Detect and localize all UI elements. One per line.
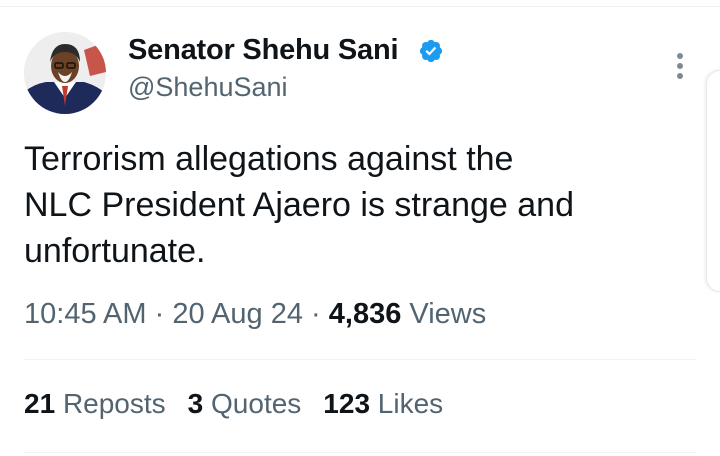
author-name[interactable]: Senator Shehu Sani — [128, 34, 399, 67]
tweet-text-line: NLC President Ajaero is strange and — [24, 186, 574, 224]
reposts-label: Reposts — [62, 388, 166, 419]
reposts-stat[interactable]: 21 Reposts — [24, 388, 166, 419]
more-vertical-icon[interactable] — [670, 50, 690, 82]
views-label: Views — [409, 298, 487, 330]
reposts-count: 21 — [24, 388, 56, 419]
likes-stat[interactable]: 123 Likes — [323, 388, 443, 419]
author-handle[interactable]: @ShehuSani — [128, 72, 288, 103]
tweet-text-line: Terrorism allegations against the — [24, 140, 514, 178]
divider — [24, 452, 696, 453]
quotes-label: Quotes — [211, 388, 302, 419]
tweet-text: Terrorism allegations against the NLC Pr… — [24, 136, 664, 274]
meta-separator: · — [154, 298, 165, 330]
meta-separator: · — [311, 298, 321, 330]
likes-count: 123 — [323, 388, 371, 419]
engagement-stats: 21 Reposts 3 Quotes 123 Likes — [24, 388, 465, 420]
likes-label: Likes — [377, 388, 444, 419]
tweet-text-line: unfortunate. — [24, 232, 206, 270]
avatar-image — [24, 32, 106, 114]
quotes-count: 3 — [187, 388, 204, 419]
verified-badge-icon — [418, 38, 444, 64]
top-border — [0, 0, 720, 7]
adjacent-card-edge — [706, 70, 720, 292]
avatar[interactable] — [24, 32, 106, 114]
tweet-time[interactable]: 10:45 AM — [24, 298, 147, 330]
views-count: 4,836 — [328, 298, 402, 330]
tweet-date[interactable]: 20 Aug 24 — [172, 298, 303, 330]
divider — [24, 359, 696, 360]
tweet-meta: 10:45 AM · 20 Aug 24 · 4,836 Views — [24, 298, 486, 331]
quotes-stat[interactable]: 3 Quotes — [188, 388, 302, 419]
